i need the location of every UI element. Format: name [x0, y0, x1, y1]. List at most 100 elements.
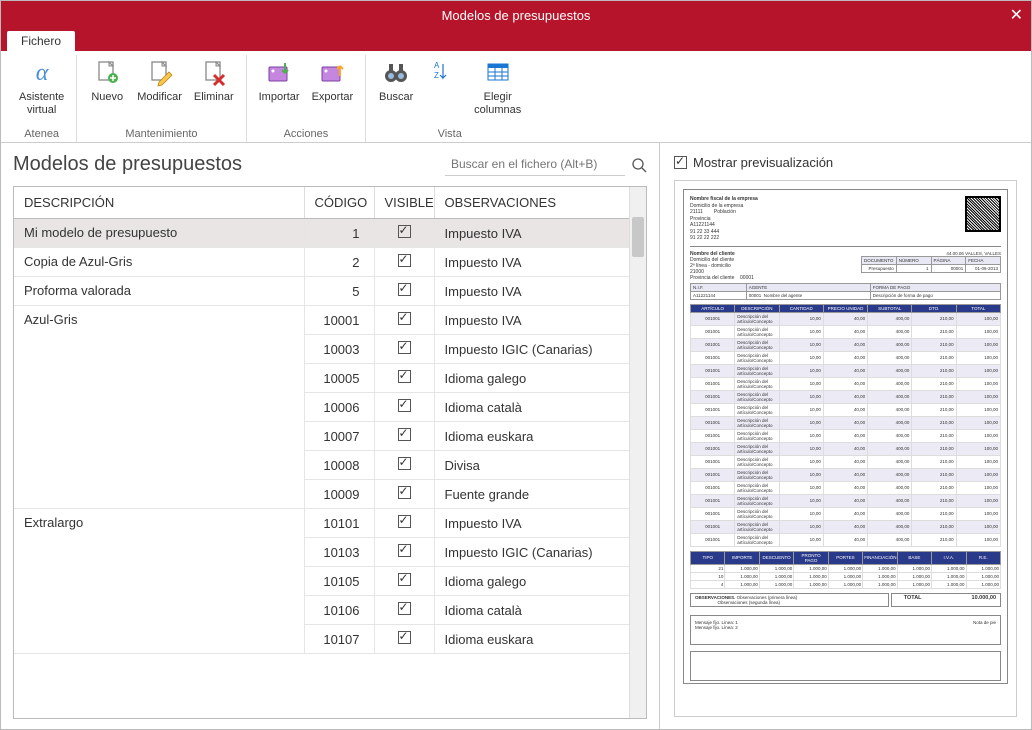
cell-visible — [374, 219, 434, 248]
new-button[interactable]: Nuevo — [85, 55, 129, 126]
ribbon-label: Buscar — [379, 91, 413, 104]
cell-observations: Idioma euskara — [434, 422, 629, 451]
visible-checkbox[interactable] — [398, 486, 411, 499]
table-row[interactable]: Proforma valorada5Impuesto IVA — [14, 277, 629, 306]
ribbon-label: Nuevo — [91, 91, 123, 104]
table-row[interactable]: Copia de Azul-Gris2Impuesto IVA — [14, 248, 629, 277]
visible-checkbox[interactable] — [398, 370, 411, 383]
cell-visible — [374, 625, 434, 654]
ribbon-group-label: Vista — [438, 126, 462, 142]
close-icon[interactable]: ✕ — [1010, 5, 1023, 25]
visible-checkbox[interactable] — [398, 254, 411, 267]
cell-visible — [374, 393, 434, 422]
delete-button[interactable]: Eliminar — [190, 55, 238, 126]
cell-visible — [374, 277, 434, 306]
cell-observations: Idioma euskara — [434, 625, 629, 654]
ribbon-group-label: Acciones — [284, 126, 329, 142]
cell-observations: Idioma català — [434, 596, 629, 625]
models-table: DESCRIPCIÓN CÓDIGO VISIBLE OBSERVACIONES… — [14, 187, 629, 654]
cell-observations: Impuesto IVA — [434, 248, 629, 277]
cell-code: 10008 — [304, 451, 374, 480]
page-title: Modelos de presupuestos — [13, 153, 242, 176]
sort-button[interactable]: AZ — [422, 55, 466, 126]
th-code[interactable]: CÓDIGO — [304, 187, 374, 219]
cell-observations: Impuesto IVA — [434, 306, 629, 335]
table-row[interactable]: Azul-Gris10001Impuesto IVA — [14, 306, 629, 335]
alpha-icon: α — [26, 57, 58, 89]
table-row[interactable]: Extralargo10101Impuesto IVA — [14, 509, 629, 538]
table-row[interactable]: Mi modelo de presupuesto1 Impuesto IVA — [14, 219, 629, 248]
cell-visible — [374, 538, 434, 567]
tab-file[interactable]: Fichero — [7, 31, 75, 51]
cell-visible — [374, 567, 434, 596]
visible-checkbox[interactable] — [398, 602, 411, 615]
search-button[interactable]: Buscar — [374, 55, 418, 126]
visible-checkbox[interactable] — [398, 631, 411, 644]
cell-code: 10009 — [304, 480, 374, 509]
visible-checkbox[interactable] — [398, 515, 411, 528]
visible-checkbox[interactable] — [398, 283, 411, 296]
cell-code: 10101 — [304, 509, 374, 538]
columns-icon — [482, 57, 514, 89]
visible-checkbox[interactable] — [398, 225, 411, 238]
svg-text:α: α — [35, 60, 48, 86]
visible-checkbox[interactable] — [398, 457, 411, 470]
assistant-button[interactable]: αAsistentevirtual — [15, 55, 68, 126]
visible-checkbox[interactable] — [398, 544, 411, 557]
visible-checkbox[interactable] — [398, 312, 411, 325]
cell-code: 10006 — [304, 393, 374, 422]
titlebar: Modelos de presupuestos ✕ — [1, 1, 1031, 29]
visible-checkbox[interactable] — [398, 428, 411, 441]
ribbon-label: Exportar — [312, 91, 354, 104]
delete-icon — [198, 57, 230, 89]
cell-visible — [374, 364, 434, 393]
ribbon-label: Importar — [259, 91, 300, 104]
cell-observations: Idioma galego — [434, 364, 629, 393]
ribbon-group-label: Mantenimiento — [125, 126, 197, 142]
cell-code: 10005 — [304, 364, 374, 393]
cell-visible — [374, 596, 434, 625]
cell-observations: Fuente grande — [434, 480, 629, 509]
cell-code: 10001 — [304, 306, 374, 335]
cell-code: 10103 — [304, 538, 374, 567]
cell-description: Azul-Gris — [14, 306, 304, 509]
cell-visible — [374, 422, 434, 451]
ribbon-label: Elegircolumnas — [474, 91, 521, 117]
edit-button[interactable]: Modificar — [133, 55, 186, 126]
visible-checkbox[interactable] — [398, 573, 411, 586]
preview-document: Nombre fiscal de la empresaDomicilio de … — [683, 189, 1008, 684]
ribbon-label: Eliminar — [194, 91, 234, 104]
cell-code: 10107 — [304, 625, 374, 654]
cell-description: Extralargo — [14, 509, 304, 654]
cell-visible — [374, 451, 434, 480]
ribbon-group-label: Atenea — [24, 126, 59, 142]
scrollbar[interactable] — [629, 187, 646, 718]
ribbon-label: Modificar — [137, 91, 182, 104]
export-button[interactable]: Exportar — [308, 55, 358, 126]
cell-observations: Impuesto IGIC (Canarias) — [434, 335, 629, 364]
visible-checkbox[interactable] — [398, 399, 411, 412]
cell-observations: Impuesto IVA — [434, 509, 629, 538]
cell-observations: Divisa — [434, 451, 629, 480]
th-observations[interactable]: OBSERVACIONES — [434, 187, 629, 219]
import-button[interactable]: Importar — [255, 55, 304, 126]
cell-description: Mi modelo de presupuesto — [14, 219, 304, 248]
binoculars-icon — [380, 57, 412, 89]
cell-code: 1 — [304, 219, 374, 248]
cell-description: Copia de Azul-Gris — [14, 248, 304, 277]
ribbon: αAsistentevirtualAtenea Nuevo Modificar Eli… — [1, 51, 1031, 143]
cell-description: Proforma valorada — [14, 277, 304, 306]
th-visible[interactable]: VISIBLE — [374, 187, 434, 219]
th-description[interactable]: DESCRIPCIÓN — [14, 187, 304, 219]
search-icon[interactable] — [631, 157, 647, 173]
sort-icon: AZ — [428, 57, 460, 89]
columns-button[interactable]: Elegircolumnas — [470, 55, 525, 126]
svg-text:Z: Z — [434, 71, 439, 80]
cell-observations: Idioma galego — [434, 567, 629, 596]
cell-observations: Impuesto IVA — [434, 219, 629, 248]
cell-observations: Idioma català — [434, 393, 629, 422]
preview-checkbox[interactable] — [674, 156, 687, 169]
cell-observations: Impuesto IGIC (Canarias) — [434, 538, 629, 567]
visible-checkbox[interactable] — [398, 341, 411, 354]
search-input[interactable] — [445, 153, 625, 176]
